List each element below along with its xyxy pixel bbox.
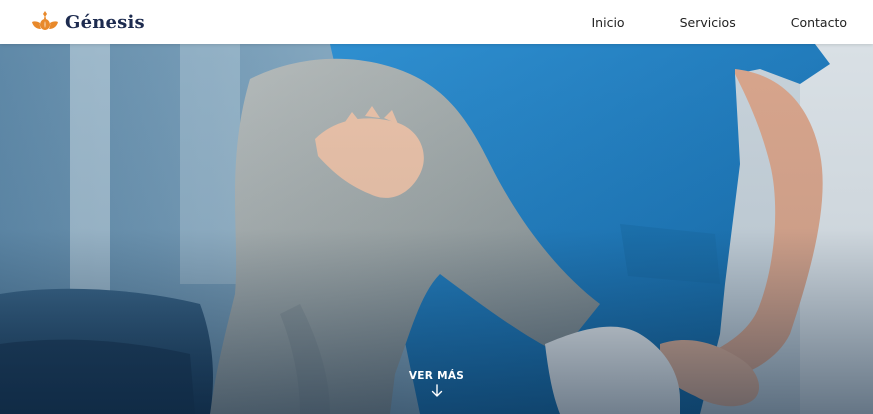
brand-home-link[interactable]: Génesis xyxy=(31,9,145,35)
brand-name: Génesis xyxy=(65,11,145,33)
nav-link-inicio[interactable]: Inicio xyxy=(592,15,625,30)
site-header: Génesis Inicio Servicios Contacto xyxy=(0,0,873,44)
lotus-logo-icon xyxy=(32,11,58,30)
ver-mas-label: VER MÁS xyxy=(408,370,465,382)
hero-overlay xyxy=(0,44,873,414)
ver-mas-button[interactable]: VER MÁS xyxy=(0,370,873,398)
arrow-down-icon xyxy=(431,384,442,397)
nav-link-contacto[interactable]: Contacto xyxy=(791,15,847,30)
nav-link-servicios[interactable]: Servicios xyxy=(680,15,736,30)
main-nav: Inicio Servicios Contacto xyxy=(592,0,848,44)
hero-section: VER MÁS xyxy=(0,44,873,414)
page: Génesis Inicio Servicios Contacto VER MÁ… xyxy=(0,0,873,414)
